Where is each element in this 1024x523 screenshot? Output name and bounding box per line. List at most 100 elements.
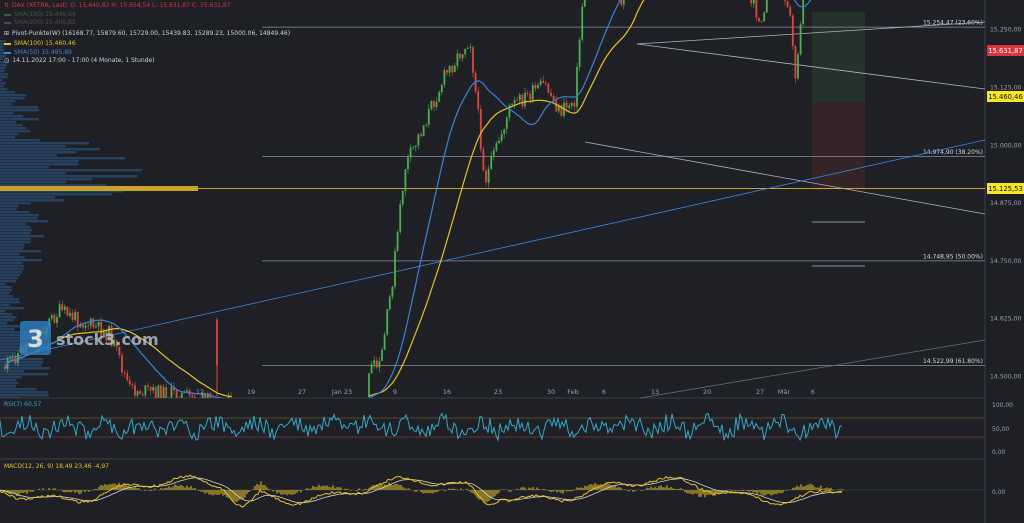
macd-hist-bar (684, 490, 686, 493)
macd-hist-bar (774, 490, 776, 494)
candle-body (516, 100, 519, 102)
macd-hist-bar (756, 490, 758, 494)
macd-hist-bar (388, 482, 390, 490)
macd-hist-bar (48, 488, 50, 490)
macd-hist-bar (264, 485, 266, 490)
macd-hist-bar (614, 485, 616, 490)
volume-bar (0, 322, 7, 325)
macd-hist-bar (578, 487, 580, 490)
macd-hist-bar (552, 490, 554, 492)
volume-bar (0, 160, 79, 163)
macd-hist-bar (566, 490, 568, 492)
macd-hist-bar (550, 490, 552, 493)
volume-bar (0, 178, 92, 181)
macd-hist-bar (18, 490, 20, 496)
macd-hist-bar (742, 490, 744, 492)
candle-body (576, 67, 578, 107)
candle-body (492, 150, 495, 156)
macd-hist-bar (560, 490, 562, 493)
macd-hist-bar (626, 490, 628, 491)
macd-hist-bar (416, 490, 418, 492)
macd-hist-bar (656, 488, 658, 490)
legend-sma50[interactable]: SMA(50) 15.495,89 (4, 49, 290, 58)
candle-body (126, 373, 129, 381)
macd-hist-bar (772, 490, 774, 495)
legend-sma100[interactable]: SMA(100) 15.460,46 (4, 40, 290, 49)
macd-hist-bar (280, 490, 282, 495)
clock-icon: ◷ (4, 57, 10, 64)
volume-bar (0, 259, 42, 262)
macd-hist-bar (332, 485, 334, 490)
candle-body (417, 134, 420, 146)
candle-body (802, 0, 805, 25)
macd-hist-bar (468, 490, 470, 491)
macd-hist-bar (154, 488, 156, 490)
candle-body (570, 103, 573, 106)
volume-bar (0, 133, 19, 136)
macd-hist-bar (624, 489, 626, 490)
legend-pivot[interactable]: ⊞ Pivot-Punkte(W) (16168.77, 15879.60, 1… (4, 30, 290, 39)
volume-bar (0, 307, 25, 310)
candle-body (56, 317, 58, 323)
macd-hist-bar (740, 490, 742, 491)
legend-instrument[interactable]: ⇅ DAX (XETRA, Last) O: 15.640,82 H: 15.6… (4, 2, 290, 11)
macd-hist-bar (688, 490, 690, 494)
macd-hist-bar (132, 487, 134, 490)
stock3-logo: 3 (20, 321, 51, 355)
macd-hist-bar (538, 488, 540, 490)
instrument-label: DAX (XETRA, Last) (12, 2, 68, 9)
macd-hist-bar (192, 488, 194, 490)
macd-hist-bar (406, 488, 408, 490)
macd-hist-bar (248, 490, 250, 492)
volume-bar (0, 121, 16, 124)
macd-hist-bar (700, 490, 702, 497)
date-label: 9 (393, 388, 397, 396)
macd-hist-bar (358, 488, 360, 490)
macd-hist-bar (804, 486, 806, 490)
volume-bar (0, 394, 49, 397)
candle-body (134, 385, 136, 396)
volume-bar (0, 235, 45, 238)
legend-period[interactable]: ◷ 14.11.2022 17:00 - 17:00 (4 Monate, 1 … (4, 57, 290, 66)
candle-body (422, 125, 425, 137)
volume-bar (0, 382, 19, 385)
macd-hist-bar (324, 485, 326, 490)
macd-hist-bar (762, 490, 764, 496)
macd-hist-bar (752, 490, 754, 493)
volume-bar (0, 361, 43, 364)
pivot-icon: ⊞ (4, 29, 10, 37)
candle-body (71, 312, 74, 320)
macd-hist-bar (12, 490, 14, 493)
macd-hist-bar (674, 488, 676, 490)
macd-hist-bar (712, 490, 714, 496)
date-label: 16 (443, 388, 451, 396)
macd-hist-bar (78, 490, 80, 495)
macd-hist-bar (432, 490, 434, 494)
candle-body (568, 105, 571, 108)
macd-hist-bar (100, 485, 102, 490)
macd-hist-bar (294, 490, 296, 494)
legend-sma-a[interactable]: SMA(100) 15.446,94 (4, 11, 290, 20)
macd-hist-bar (664, 487, 666, 490)
candle-body (63, 306, 66, 310)
candle-body (537, 84, 539, 89)
candle-body (794, 46, 797, 79)
candle-body (472, 47, 474, 73)
legend-sma-b[interactable]: SMA(200) 15.406,82 (4, 19, 290, 28)
candle-body (573, 103, 576, 107)
svg-text:15.631,87: 15.631,87 (988, 47, 1023, 55)
volume-bar (0, 277, 18, 280)
candle-body (479, 109, 482, 150)
macd-hist-bar (54, 488, 56, 490)
volume-bar (0, 226, 31, 229)
watermark-text: stock3.com (56, 330, 159, 349)
macd-hist-bar (838, 489, 840, 490)
macd-hist-bar (692, 490, 694, 495)
candle-body (531, 85, 534, 100)
volume-bar (0, 103, 12, 106)
chart-svg[interactable]: 15.706,37 (0.00%)15.254,47 (23.60%)14.97… (0, 0, 1024, 523)
candle-body (373, 360, 376, 365)
macd-hist-bar (534, 489, 536, 490)
macd-hist-bar (526, 489, 528, 490)
candle-body (752, 0, 755, 4)
